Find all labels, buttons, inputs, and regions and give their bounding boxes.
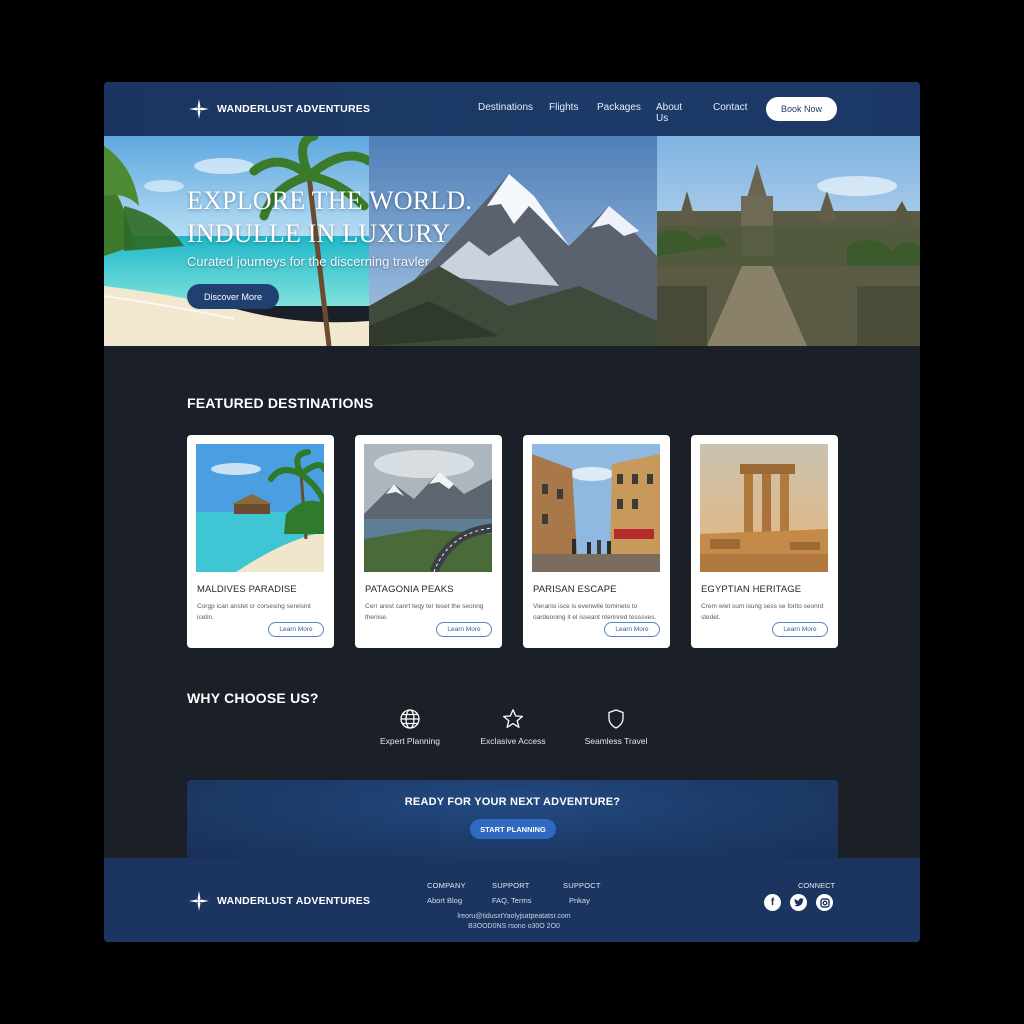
card-title: EGYPTIAN HERITAGE — [701, 584, 802, 595]
footer-column-heading: SUPPOCT — [563, 881, 601, 890]
footer-email: lreoru@tidusxtYaolyjsatpeatatsr.com — [457, 913, 571, 920]
cta-title: READY FOR YOUR NEXT ADVENTURE? — [404, 796, 621, 808]
facebook-icon[interactable]: f — [764, 894, 781, 911]
feature-expert-planning: Expert Planning — [365, 708, 455, 746]
nav-packages[interactable]: Packages — [597, 102, 641, 113]
site-footer: WANDERLUST ADVENTURES COMPANY Abort Blog… — [104, 858, 920, 942]
card-description: Cerr arest canrt teqy ter teset the seon… — [365, 603, 484, 621]
brand-name: WANDERLUST ADVENTURES — [217, 103, 371, 115]
footer-links[interactable]: Abort Blog — [427, 896, 466, 905]
hero-title-line-1: EXPLORE THE WORLD. — [187, 186, 473, 215]
feature-label: Seamless Travel — [584, 736, 648, 746]
nav-flights[interactable]: Flights — [549, 102, 578, 113]
card-description: Vierarisi isce is evenwile tomineto to o… — [533, 603, 657, 621]
page: WANDERLUST ADVENTURES Destinations Fligh… — [104, 82, 920, 942]
footer-contact-info: lreoru@tidusxtYaolyjsatpeatatsr.com B3OO… — [424, 912, 604, 932]
globe-icon — [365, 708, 455, 730]
destination-card-maldives[interactable]: MALDIVES PARADISE Corgp ican anstet cr c… — [187, 435, 334, 648]
footer-column-support: SUPPORT FAQ, Terms — [492, 881, 531, 905]
footer-links[interactable]: Pnkay — [563, 896, 601, 905]
nav-contact[interactable]: Contact — [713, 102, 747, 113]
feature-label: Expert Planning — [379, 736, 440, 746]
feature-label: Exclasive Access — [480, 736, 546, 746]
footer-brand-logo[interactable]: WANDERLUST ADVENTURES — [188, 890, 370, 912]
footer-links[interactable]: FAQ, Terms — [492, 896, 531, 905]
learn-more-button[interactable]: Learn More — [772, 622, 828, 637]
card-description: Crem wiet sum isung sess se forito seonr… — [701, 603, 824, 621]
hero-title-line-2: INDULLE IN LUXURY — [187, 219, 451, 248]
footer-column-heading: COMPANY — [427, 881, 466, 890]
nav-about-us[interactable]: About Us — [656, 102, 682, 124]
why-choose-us-heading: WHY CHOOSE US? — [187, 690, 319, 706]
hero-banner: EXPLORE THE WORLD. INDULLE IN LUXURY Cur… — [104, 136, 920, 346]
footer-phone: B3OOD0NS rsono o30O 2O0 — [468, 923, 560, 930]
compass-star-icon — [188, 890, 210, 912]
destination-card-patagonia[interactable]: PATAGONIA PEAKS Cerr arest canrt teqy te… — [355, 435, 502, 648]
featured-destinations-heading: FEATURED DESTINATIONS — [187, 395, 374, 411]
discover-more-button[interactable]: Discover More — [187, 284, 279, 309]
shield-icon — [571, 708, 661, 730]
twitter-icon[interactable] — [790, 894, 807, 911]
card-description: Corgp ican anstet cr corsesing sereisint… — [197, 603, 311, 621]
patagonia-image — [364, 444, 492, 572]
start-planning-button[interactable]: START PLANNING — [470, 819, 556, 839]
footer-brand-name: WANDERLUST ADVENTURES — [217, 895, 371, 907]
card-title: PARISAN ESCAPE — [533, 584, 617, 595]
feature-seamless-travel: Seamless Travel — [571, 708, 661, 746]
maldives-image — [196, 444, 324, 572]
cta-banner: READY FOR YOUR NEXT ADVENTURE? START PLA… — [187, 780, 838, 860]
egypt-ruins-image — [700, 444, 828, 572]
card-title: PATAGONIA PEAKS — [365, 584, 454, 595]
star-icon — [468, 708, 558, 730]
book-now-button[interactable]: Book Now — [766, 97, 837, 121]
learn-more-button[interactable]: Learn More — [268, 622, 324, 637]
card-title: MALDIVES PARADISE — [197, 584, 297, 595]
site-header: WANDERLUST ADVENTURES Destinations Fligh… — [104, 82, 920, 136]
paris-street-image — [532, 444, 660, 572]
footer-column-company: COMPANY Abort Blog — [427, 881, 466, 905]
brand-logo[interactable]: WANDERLUST ADVENTURES — [188, 98, 370, 120]
learn-more-button[interactable]: Learn More — [436, 622, 492, 637]
learn-more-button[interactable]: Learn More — [604, 622, 660, 637]
compass-star-icon — [188, 98, 210, 120]
footer-column-support-2: SUPPOCT Pnkay — [563, 881, 601, 905]
hero-temple-image — [657, 136, 920, 346]
hero-subtitle: Curated journeys for the discerning trav… — [187, 254, 430, 269]
destination-card-paris[interactable]: PARISAN ESCAPE Vierarisi isce is evenwil… — [523, 435, 670, 648]
hero-copy: EXPLORE THE WORLD. INDULLE IN LUXURY Cur… — [187, 184, 472, 269]
connect-heading: CONNECT — [798, 881, 836, 890]
footer-column-heading: SUPPORT — [492, 881, 530, 890]
nav-destinations[interactable]: Destinations — [478, 102, 533, 113]
feature-exclusive-access: Exclasive Access — [468, 708, 558, 746]
destination-card-egypt[interactable]: EGYPTIAN HERITAGE Crem wiet sum isung se… — [691, 435, 838, 648]
instagram-icon[interactable] — [816, 894, 833, 911]
